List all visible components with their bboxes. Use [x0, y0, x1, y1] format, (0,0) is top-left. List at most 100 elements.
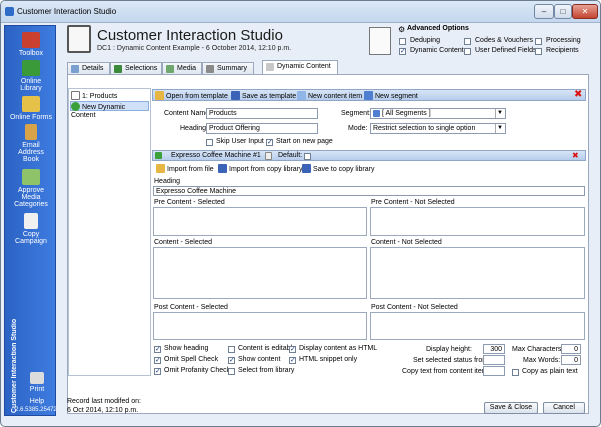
sidebar-item-approve-media[interactable]: Approve Media Categories	[5, 169, 57, 208]
sidebar: Toolbox Online Library Online Forms Emai…	[4, 25, 57, 416]
user-defined-fields-label: User Defined Fields	[475, 47, 537, 54]
advanced-gear-icon: ⚙	[398, 25, 406, 34]
set-status-input[interactable]	[483, 355, 505, 365]
advanced-options-title: Advanced Options	[407, 25, 469, 32]
select-from-library-checkbox[interactable]	[228, 368, 235, 375]
copy-text-input[interactable]	[483, 366, 505, 376]
checkbox-recipients[interactable]	[535, 48, 542, 55]
save-template-button[interactable]: Save as template	[231, 91, 296, 100]
last-modified-date: 6 Oct 2014, 12:10 p.m.	[67, 407, 139, 414]
sidebar-item-print[interactable]: Print	[17, 372, 57, 393]
presentation-board-icon	[67, 25, 91, 53]
content-toolbar: Open from template Save as template New …	[152, 89, 586, 101]
toolbox-icon	[22, 32, 40, 48]
tree-item-new-dynamic-content[interactable]: New Dynamic Content	[70, 101, 149, 119]
max-characters-label: Max Characters:	[512, 346, 564, 353]
sidebar-item-label: Email Address Book	[18, 142, 44, 163]
sidebar-item-toolbox[interactable]: Toolbox	[5, 32, 57, 57]
tab-details[interactable]: Details	[67, 62, 110, 74]
chevron-down-icon: ▼	[495, 124, 504, 133]
default-checkbox[interactable]	[304, 153, 311, 160]
content-item-icon	[71, 91, 80, 100]
mode-select[interactable]: Restrict selection to single option ▼	[370, 123, 506, 134]
tab-summary[interactable]: Summary	[202, 62, 254, 74]
display-height-input[interactable]: 300	[483, 344, 505, 354]
sidebar-item-label: Online Forms	[9, 114, 52, 121]
pre-selected-textarea[interactable]	[153, 207, 367, 236]
processing-label: Processing	[546, 37, 581, 44]
app-subtitle: DC1 : Dynamic Content Example - 6 Octobe…	[97, 45, 292, 52]
tab-media[interactable]: Media	[162, 62, 202, 74]
item-heading-label: Heading	[154, 178, 181, 185]
tab-selections[interactable]: Selections	[110, 62, 162, 74]
omit-profanity-check-checkbox[interactable]: ✓	[154, 368, 161, 375]
delete-content-icon[interactable]: ✖	[574, 89, 582, 100]
last-modified-label: Record last modifed on:	[67, 398, 141, 405]
post-not-selected-textarea[interactable]	[370, 312, 585, 340]
mode-label: Mode:	[348, 125, 368, 132]
segment-label: Segment:	[341, 110, 371, 117]
document-check-icon	[369, 27, 391, 55]
pre-not-selected-textarea[interactable]	[370, 207, 585, 236]
content-selected-textarea[interactable]	[153, 247, 367, 299]
skip-user-input-checkbox[interactable]	[206, 139, 213, 146]
import-file-button[interactable]: Import from file	[156, 164, 214, 173]
checkbox-deduping[interactable]	[399, 38, 406, 45]
sidebar-item-label: Print	[29, 386, 45, 393]
deduping-label: Deduping	[410, 37, 440, 44]
content-item-title: Expresso Coffee Machine #1	[171, 152, 261, 159]
version-label: 2.6.5385.25472	[15, 407, 57, 413]
sidebar-item-label: Copy Campaign	[15, 231, 47, 245]
import-library-button[interactable]: Import from copy library	[218, 164, 303, 173]
max-characters-input[interactable]: 0	[561, 344, 581, 354]
segment-select[interactable]: [ All Segments ] ▼	[370, 108, 506, 119]
sidebar-item-copy-campaign[interactable]: Copy Campaign	[5, 213, 57, 245]
checkbox-processing[interactable]	[535, 38, 542, 45]
sidebar-item-help[interactable]: Help	[17, 398, 57, 405]
open-template-button[interactable]: Open from template	[155, 91, 228, 100]
chevron-down-icon: ▼	[495, 109, 504, 118]
start-new-page-checkbox[interactable]: ✓	[266, 139, 273, 146]
sidebar-item-email-address-book[interactable]: Email Address Book	[5, 124, 57, 163]
content-editable-checkbox[interactable]	[228, 346, 235, 353]
minimize-button[interactable]: –	[534, 4, 554, 19]
checkbox-codes-vouchers[interactable]	[464, 38, 471, 45]
sidebar-item-online-forms[interactable]: Online Forms	[5, 96, 57, 121]
checkbox-dynamic-content[interactable]: ✓	[399, 48, 406, 55]
content-selected-label: Content - Selected	[154, 239, 212, 246]
max-words-input[interactable]: 0	[561, 355, 581, 365]
tab-dynamic-content[interactable]: Dynamic Content	[262, 60, 338, 74]
heading-input[interactable]: Product Offering	[206, 123, 318, 134]
content-not-selected-textarea[interactable]	[370, 247, 585, 299]
html-snippet-checkbox[interactable]: ✓	[289, 357, 296, 364]
close-button[interactable]: ✕	[572, 4, 598, 19]
maximize-button[interactable]: □	[554, 4, 572, 19]
remove-item-icon[interactable]: ✖	[572, 151, 579, 160]
show-content-checkbox[interactable]: ✓	[228, 357, 235, 364]
copy-plain-text-checkbox[interactable]	[512, 369, 519, 376]
save-library-button[interactable]: Save to copy library	[302, 164, 374, 173]
html-snippet-label: HTML snippet only	[299, 356, 358, 363]
max-words-label: Max Words:	[523, 357, 561, 364]
pre-not-selected-label: Pre Content - Not Selected	[371, 199, 455, 206]
app-icon	[5, 7, 14, 16]
save-close-button[interactable]: Save & Close	[484, 402, 538, 414]
heading-label: Heading:	[180, 125, 209, 132]
cancel-button[interactable]: Cancel	[543, 402, 585, 414]
display-as-html-checkbox[interactable]: ✓	[289, 346, 296, 353]
save-library-icon	[302, 164, 311, 173]
tree-item-products[interactable]: 1: Products	[71, 91, 148, 100]
omit-spell-check-checkbox[interactable]: ✓	[154, 357, 161, 364]
item-heading-input[interactable]: Expresso Coffee Machine	[153, 186, 585, 196]
sidebar-item-online-library[interactable]: Online Library	[5, 60, 57, 92]
content-name-input[interactable]: Products	[206, 108, 318, 119]
checkbox-user-defined-fields[interactable]	[464, 48, 471, 55]
new-segment-button[interactable]: New segment	[364, 91, 418, 100]
new-content-item-button[interactable]: New content item	[297, 91, 362, 100]
post-selected-textarea[interactable]	[153, 312, 367, 340]
set-status-label: Set selected status from	[413, 357, 489, 364]
plus-icon[interactable]	[155, 152, 162, 159]
show-heading-checkbox[interactable]: ✓	[154, 346, 161, 353]
app-title: Customer Interaction Studio	[97, 27, 283, 44]
import-file-icon	[156, 164, 165, 173]
